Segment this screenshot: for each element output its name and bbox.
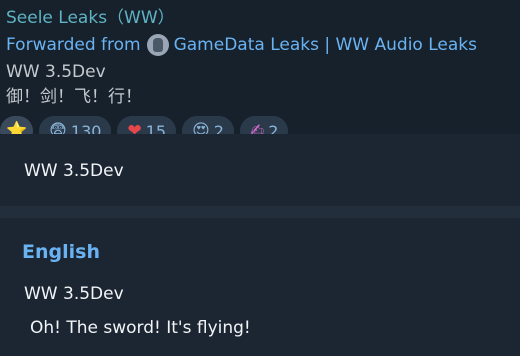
reaction-heart-eyes[interactable]: 😍 2 (182, 116, 234, 134)
forwarded-label: Forwarded from (6, 35, 141, 55)
original-text-section: WW 3.5Dev (0, 134, 520, 206)
heart-eyes-icon: 😍 (192, 121, 210, 134)
reaction-fearful[interactable]: 😨 130 (39, 116, 112, 135)
reaction-count: 2 (268, 121, 279, 135)
sender-name[interactable]: Seele Leaks（WW） (6, 7, 175, 29)
message-text-line-2: 御！剑！飞！行！ (6, 87, 142, 107)
reaction-count: 130 (70, 121, 102, 135)
target-language-button[interactable]: English (22, 240, 100, 264)
translate-panel: WW 3.5Dev English WW 3.5Dev Oh! The swor… (0, 134, 520, 356)
forwarded-header[interactable]: Forwarded from GameData Leaks | WW Audio… (6, 34, 477, 56)
original-text: WW 3.5Dev (24, 161, 124, 181)
reaction-star[interactable]: ⭐ (0, 116, 34, 134)
translated-text-line-1: WW 3.5Dev (24, 284, 124, 304)
reaction-writing-hand[interactable]: ✍ 2 (239, 116, 289, 135)
translated-text-line-2: Oh! The sword! It's flying! (30, 318, 251, 338)
reaction-count: 15 (145, 121, 167, 135)
translation-view: Seele Leaks（WW） Forwarded from GameData … (0, 0, 520, 356)
star-icon: ⭐ (6, 121, 28, 134)
reaction-count: 2 (213, 121, 224, 135)
reactions-bar: ⭐ 😨 130 ❤ 15 😍 2 ✍ 2 (0, 116, 289, 135)
reaction-heart[interactable]: ❤ 15 (117, 116, 177, 135)
chat-message: Seele Leaks（WW） Forwarded from GameData … (0, 0, 520, 134)
fearful-face-icon: 😨 (49, 121, 67, 134)
writing-hand-icon: ✍ (249, 121, 265, 134)
message-text-line-1: WW 3.5Dev (6, 62, 106, 82)
channel-avatar (146, 34, 169, 56)
section-divider (0, 206, 520, 218)
heart-icon: ❤ (127, 121, 142, 134)
forwarded-source[interactable]: GameData Leaks | WW Audio Leaks (174, 34, 477, 56)
